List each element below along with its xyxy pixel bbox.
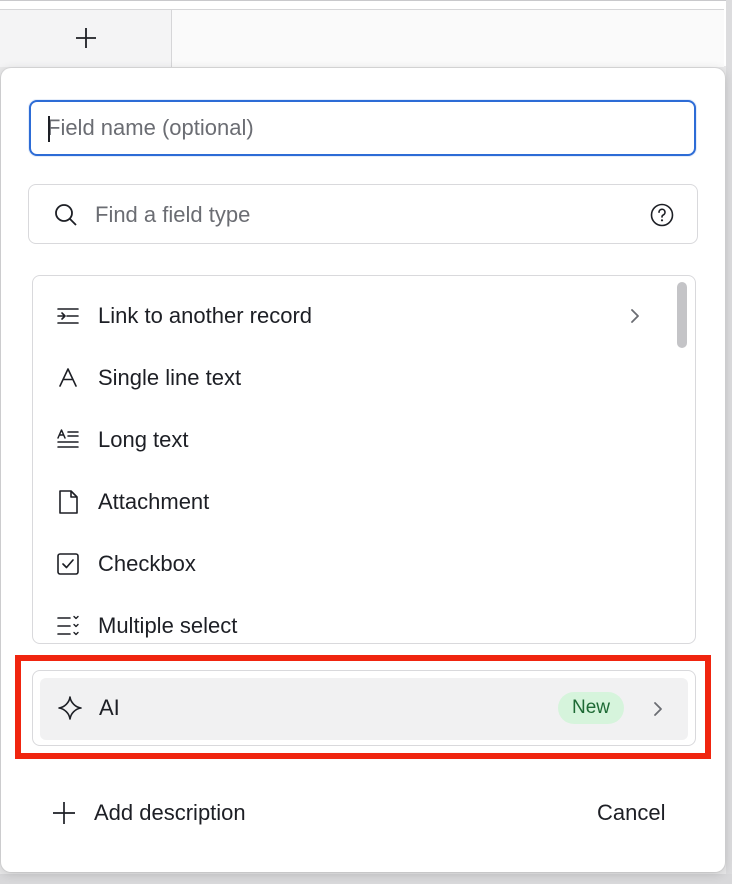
field-type-attachment[interactable]: Attachment bbox=[33, 473, 673, 531]
grid-header-empty-area bbox=[172, 9, 724, 67]
plus-icon bbox=[51, 800, 77, 826]
field-type-single-line-text[interactable]: Single line text bbox=[33, 349, 673, 407]
multiple-select-icon bbox=[55, 613, 81, 639]
attachment-icon bbox=[55, 489, 81, 515]
sparkle-icon bbox=[57, 695, 83, 721]
field-type-multiple-select[interactable]: Multiple select bbox=[33, 597, 673, 643]
cancel-button[interactable]: Cancel bbox=[597, 800, 665, 826]
search-icon bbox=[53, 202, 79, 228]
add-description-label: Add description bbox=[94, 800, 246, 825]
text-caret bbox=[48, 116, 50, 142]
help-icon[interactable] bbox=[649, 202, 675, 228]
field-type-search[interactable]: Find a field type bbox=[28, 184, 698, 244]
grid-header-strip bbox=[0, 0, 732, 67]
field-type-label: Checkbox bbox=[98, 551, 196, 576]
field-type-link-to-another-record[interactable]: Link to another record bbox=[33, 287, 673, 345]
single-line-text-icon bbox=[55, 365, 81, 391]
grid-bottom-strip bbox=[0, 874, 732, 884]
link-record-icon bbox=[55, 303, 81, 329]
ai-option-container: AI New bbox=[32, 670, 696, 746]
long-text-icon bbox=[55, 427, 81, 453]
field-type-checkbox[interactable]: Checkbox bbox=[33, 535, 673, 593]
field-type-long-text[interactable]: Long text bbox=[33, 411, 673, 469]
field-type-label: Link to another record bbox=[98, 303, 313, 328]
window-edge bbox=[726, 0, 732, 884]
field-type-label: Attachment bbox=[98, 489, 210, 514]
field-type-label: Long text bbox=[98, 427, 189, 452]
field-type-list: Link to another record Single line text … bbox=[32, 275, 696, 644]
new-badge: New bbox=[558, 692, 625, 724]
plus-icon bbox=[74, 26, 98, 50]
field-type-label: Multiple select bbox=[98, 613, 238, 638]
field-type-ai[interactable]: AI New bbox=[40, 678, 688, 740]
field-name-input[interactable] bbox=[29, 100, 696, 156]
ai-label: AI bbox=[99, 695, 120, 720]
checkbox-icon bbox=[55, 551, 81, 577]
chevron-right-icon bbox=[648, 697, 668, 721]
list-scrollbar[interactable] bbox=[677, 282, 687, 348]
add-field-dialog: Find a field type Link to another record… bbox=[1, 68, 725, 872]
search-placeholder[interactable]: Find a field type bbox=[95, 202, 250, 228]
chevron-right-icon bbox=[625, 304, 645, 328]
add-field-column-button[interactable] bbox=[0, 9, 172, 67]
field-type-label: Single line text bbox=[98, 365, 242, 390]
